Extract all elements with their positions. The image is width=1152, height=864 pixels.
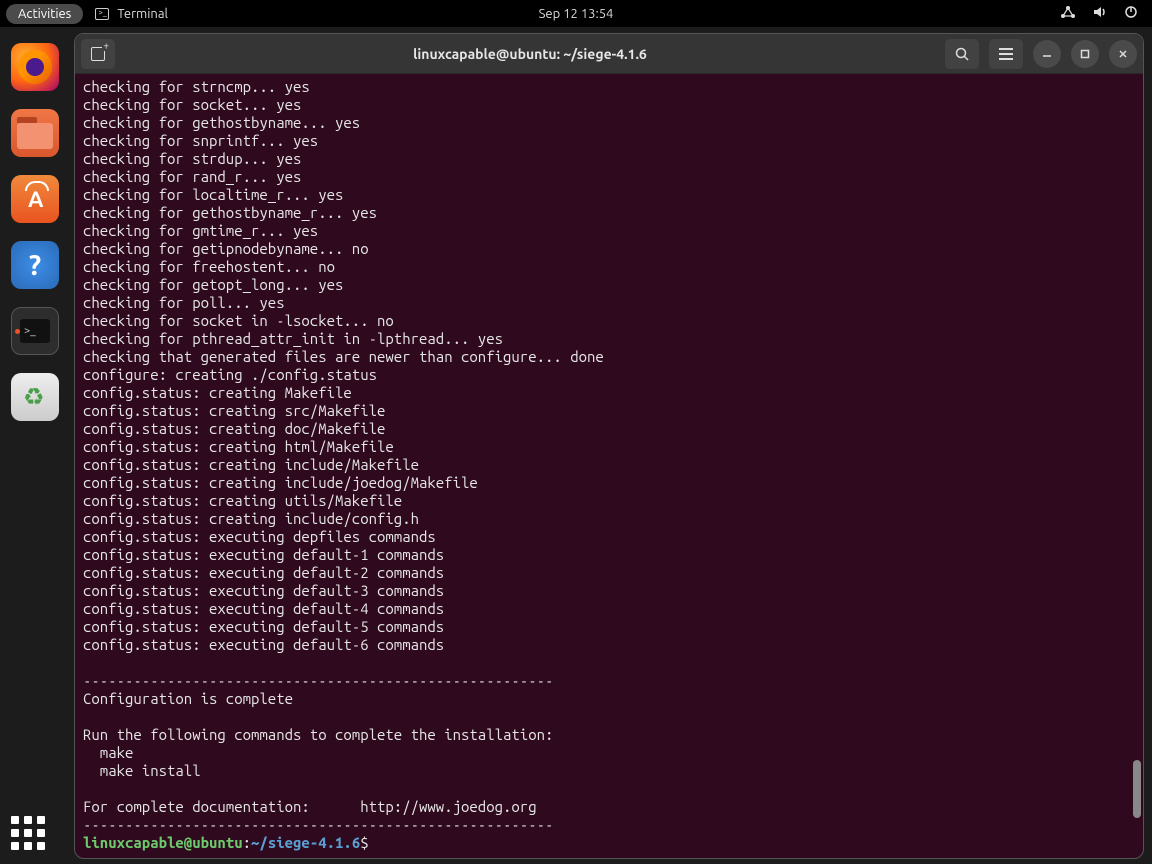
scrollbar[interactable] <box>1133 760 1141 818</box>
system-tray <box>1060 5 1152 22</box>
maximize-button[interactable] <box>1071 40 1099 68</box>
terminal-content[interactable]: checking for strncmp... yes checking for… <box>75 74 1143 858</box>
dock-help[interactable]: ? <box>11 241 59 289</box>
dock: ? >_ <box>0 27 70 864</box>
close-button[interactable] <box>1109 40 1137 68</box>
terminal-window: linuxcapable@ubuntu: ~/siege-4.1.6 check… <box>74 33 1144 859</box>
activities-button[interactable]: Activities <box>6 4 83 24</box>
dock-trash[interactable] <box>11 373 59 421</box>
volume-icon[interactable] <box>1092 5 1108 22</box>
dock-active-indicator <box>15 329 20 334</box>
power-icon[interactable] <box>1124 5 1138 22</box>
terminal-icon <box>95 8 109 20</box>
minimize-button[interactable] <box>1033 40 1061 68</box>
search-button[interactable] <box>945 39 979 69</box>
menu-button[interactable] <box>989 39 1023 69</box>
dock-software[interactable] <box>11 175 59 223</box>
show-applications-button[interactable] <box>11 816 45 850</box>
top-panel: Activities Terminal Sep 12 13:54 <box>0 0 1152 27</box>
dock-files[interactable] <box>11 109 59 157</box>
topbar-app-name: Terminal <box>117 7 168 21</box>
topbar-clock[interactable]: Sep 12 13:54 <box>539 7 614 21</box>
topbar-app-menu[interactable]: Terminal <box>95 7 168 21</box>
window-title: linuxcapable@ubuntu: ~/siege-4.1.6 <box>121 46 939 62</box>
dock-firefox[interactable] <box>11 43 59 91</box>
window-titlebar: linuxcapable@ubuntu: ~/siege-4.1.6 <box>75 34 1143 74</box>
new-tab-button[interactable] <box>81 39 115 69</box>
network-icon[interactable] <box>1060 5 1076 22</box>
